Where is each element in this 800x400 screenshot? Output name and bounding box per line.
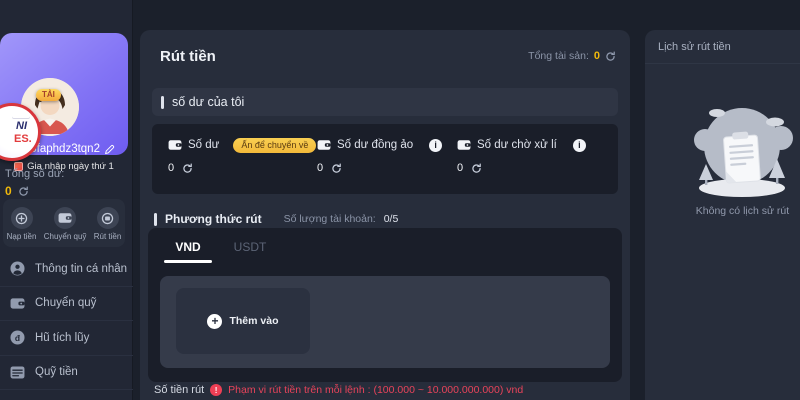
sidebar-item-money-fund[interactable]: Quỹ tiền — [0, 356, 133, 391]
pending-balance-info-icon[interactable]: i — [573, 139, 586, 152]
add-bank-account-button[interactable]: + Thêm vào — [176, 288, 310, 354]
balance-cards: Số dư Ấn để chuyển về 0 Số dư đồng ảo i … — [152, 124, 618, 194]
sidebar-item-transfer-funds[interactable]: Chuyển quỹ — [0, 287, 133, 322]
pending-balance-value: 0 — [457, 162, 463, 174]
fund-icon — [10, 366, 25, 379]
empty-history-text: Không có lịch sử rút — [645, 205, 800, 217]
account-count-value: 0/5 — [384, 213, 399, 225]
section-accent — [154, 213, 157, 226]
transfer-wallet-icon — [54, 207, 76, 229]
bank-account-list: + Thêm vào — [160, 276, 610, 368]
quick-action-transfer[interactable]: Chuyển quỹ — [44, 207, 87, 241]
transfer-back-button[interactable]: Ấn để chuyển về — [233, 138, 316, 153]
pending-balance-label: Số dư chờ xử lí — [477, 139, 557, 151]
balance-card-pending: Số dư chờ xử lí i 0 — [457, 137, 586, 174]
refresh-balance-icon[interactable] — [18, 186, 29, 197]
my-balance-title: số dư của tôi — [172, 95, 244, 109]
sidebar-item-personal-info[interactable]: Thông tin cá nhân — [0, 252, 133, 287]
sidebar-item-savings-jar[interactable]: đ Hũ tích lũy — [0, 321, 133, 356]
plus-icon: + — [207, 314, 222, 329]
wallet-icon — [457, 139, 471, 151]
withdraw-method-panel: VND USDT + Thêm vào — [148, 228, 622, 382]
warning-icon: ! — [210, 384, 222, 396]
edit-username-icon[interactable] — [104, 144, 115, 155]
total-balance-label: Tổng số dư: — [5, 168, 64, 180]
refresh-icon[interactable] — [331, 163, 342, 174]
quick-action-deposit[interactable]: Nạp tiền — [7, 207, 37, 241]
logo-text-top: NI — [16, 120, 27, 132]
withdraw-history-panel: Lịch sử rút tiền Không có lịch sử rút — [645, 30, 800, 400]
withdraw-amount-label: Số tiền rút — [154, 384, 204, 396]
balance-card-main: Số dư Ấn để chuyển về 0 — [168, 137, 316, 174]
total-balance-value: 0 — [5, 184, 12, 198]
virtual-balance-label: Số dư đồng ảo — [337, 139, 413, 151]
tab-vnd[interactable]: VND — [164, 240, 212, 254]
quick-actions: Nạp tiền Chuyển quỹ Rút tiền — [3, 199, 125, 247]
total-assets-value: 0 — [594, 50, 600, 62]
history-title: Lịch sử rút tiền — [645, 30, 800, 64]
active-tab-underline — [164, 260, 212, 263]
download-app-badge[interactable]: TẢI — [36, 89, 61, 101]
wallet-icon — [10, 297, 25, 310]
quick-action-withdraw[interactable]: Rút tiền — [94, 207, 122, 241]
refresh-assets-icon[interactable] — [605, 51, 616, 62]
total-assets: Tổng tài sản: 0 — [528, 50, 616, 62]
logo-hat-icon — [12, 110, 30, 118]
section-accent — [161, 96, 164, 109]
withdraw-amount-row: Số tiền rút ! Phạm vi rút tiền trên mỗi … — [154, 384, 624, 396]
withdraw-range-warning: Phạm vi rút tiền trên mỗi lệnh : (100.00… — [228, 384, 523, 396]
person-icon — [10, 261, 25, 276]
jar-icon: đ — [10, 330, 25, 345]
withdraw-wallet-icon — [97, 207, 119, 229]
wallet-icon — [168, 139, 182, 151]
withdraw-panel: Rút tiền Tổng tài sản: 0 số dư của tôi S… — [140, 30, 630, 400]
wallet-icon — [317, 139, 331, 151]
balance-label: Số dư — [188, 139, 219, 151]
tab-usdt[interactable]: USDT — [226, 240, 274, 254]
sidebar: vzk3faphdz3tqn2 Gia nhập ngày thứ 1 TẢI … — [0, 0, 133, 400]
refresh-icon[interactable] — [471, 163, 482, 174]
balance-card-virtual: Số dư đồng ảo i 0 — [317, 137, 442, 174]
add-card-label: Thêm vào — [229, 315, 278, 327]
virtual-balance-value: 0 — [317, 162, 323, 174]
empty-state-illustration-icon — [687, 100, 797, 200]
my-balance-section-header: số dư của tôi — [152, 88, 618, 116]
withdraw-method-title: Phương thức rút — [165, 212, 262, 226]
balance-value: 0 — [168, 162, 174, 174]
logo-text-bottom: ES. — [14, 133, 32, 145]
page-title: Rút tiền — [160, 48, 216, 65]
deposit-coin-icon — [11, 207, 33, 229]
svg-text:đ: đ — [15, 333, 21, 343]
withdraw-method-header: Phương thức rút Số lượng tài khoản: 0/5 — [154, 212, 398, 226]
sidebar-menu: Thông tin cá nhân Chuyển quỹ đ Hũ tích l… — [0, 252, 133, 390]
account-count-label: Số lượng tài khoản: — [284, 213, 376, 225]
total-assets-label: Tổng tài sản: — [528, 50, 589, 62]
refresh-icon[interactable] — [182, 163, 193, 174]
virtual-balance-info-icon[interactable]: i — [429, 139, 442, 152]
